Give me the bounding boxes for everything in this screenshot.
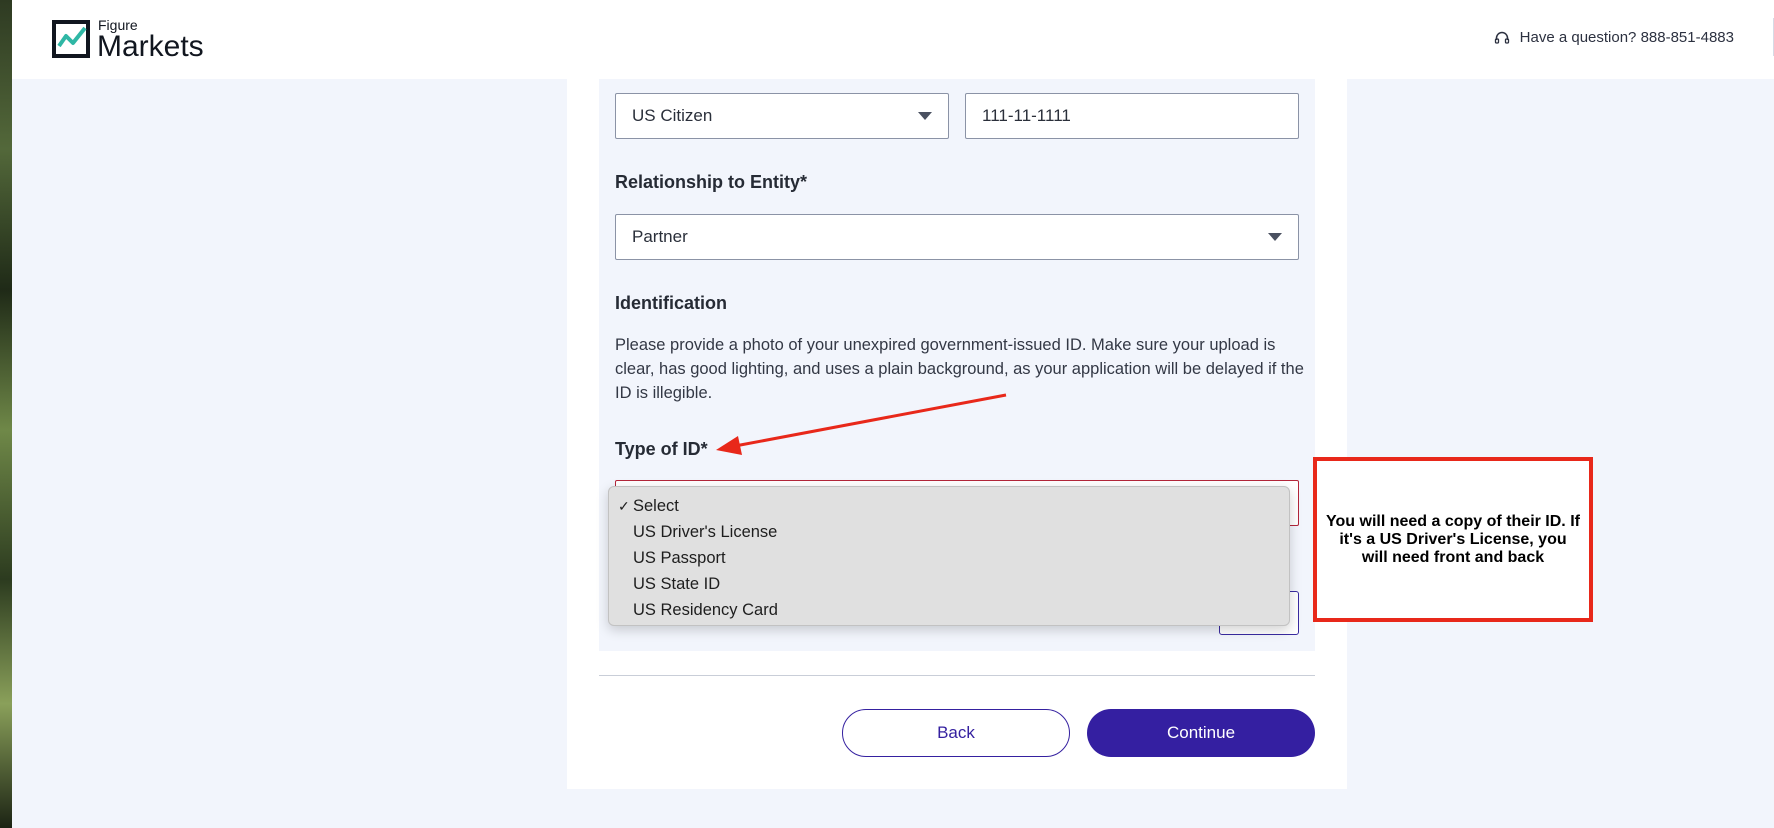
identification-instructions: Please provide a photo of your unexpired… (615, 336, 1304, 402)
relationship-value: Partner (632, 227, 688, 246)
caret-down-icon (918, 112, 932, 120)
annotation-callout-text: You will need a copy of their ID. If it'… (1326, 512, 1580, 566)
logo-large-text: Markets (97, 30, 204, 63)
option-label: US Residency Card (633, 601, 778, 619)
id-type-dropdown-menu[interactable]: ✓ Select US Driver's License US Passport… (608, 486, 1290, 626)
annotation-callout: You will need a copy of their ID. If it'… (1313, 457, 1593, 622)
help-contact[interactable]: Have a question? 888-851-4883 (1494, 29, 1734, 46)
identification-heading: Identification (615, 293, 727, 313)
background-photo-strip (0, 0, 12, 828)
option-label: US Driver's License (633, 523, 778, 541)
option-label: US State ID (633, 575, 721, 593)
citizenship-select[interactable]: US Citizen (615, 93, 949, 139)
relationship-select[interactable]: Partner (615, 214, 1299, 260)
id-type-option-residency-card[interactable]: US Residency Card (609, 597, 1289, 623)
top-navigation-bar: Figure Markets Have a question? 888-851-… (12, 0, 1774, 79)
caret-down-icon (1268, 233, 1282, 241)
id-type-option-state-id[interactable]: US State ID (609, 571, 1289, 597)
id-type-label: Type of ID* (615, 439, 708, 459)
headset-icon (1494, 31, 1509, 44)
check-icon: ✓ (618, 498, 630, 514)
option-label: Select (633, 497, 679, 515)
id-type-option-select[interactable]: ✓ Select (609, 493, 1289, 519)
id-type-option-drivers-license[interactable]: US Driver's License (609, 519, 1289, 545)
figure-markets-logo-icon (52, 20, 90, 58)
relationship-label: Relationship to Entity* (615, 172, 808, 192)
option-label: US Passport (633, 549, 726, 567)
ssn-input[interactable] (965, 93, 1299, 139)
help-contact-text: Have a question? 888-851-4883 (1519, 29, 1734, 46)
id-type-option-passport[interactable]: US Passport (609, 545, 1289, 571)
continue-button[interactable]: Continue (1087, 709, 1315, 757)
citizenship-value: US Citizen (632, 106, 713, 125)
figure-markets-logo[interactable]: Figure Markets (52, 14, 222, 64)
back-button[interactable]: Back (842, 709, 1070, 757)
form-divider (599, 675, 1315, 676)
